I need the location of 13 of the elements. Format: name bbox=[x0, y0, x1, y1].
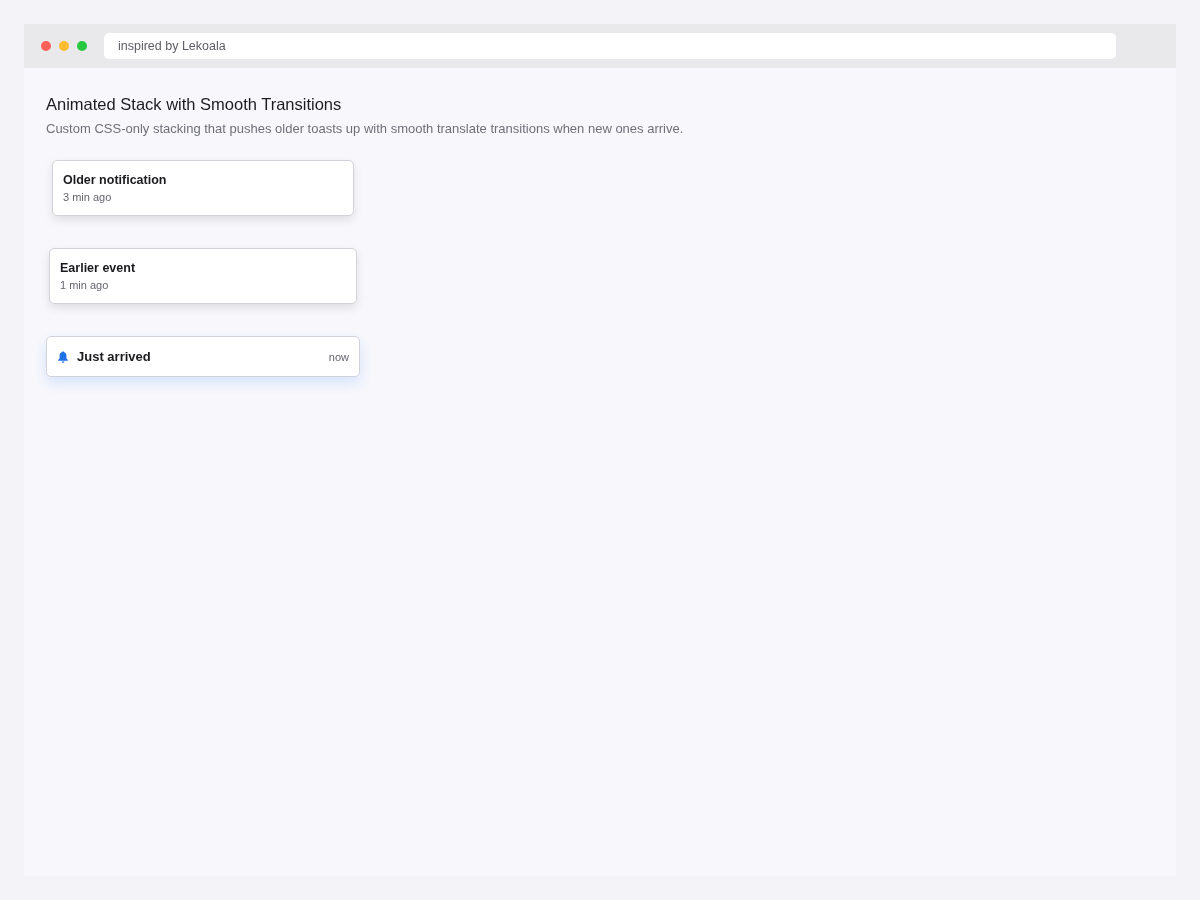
window-zoom-button[interactable] bbox=[77, 41, 87, 51]
toast-time: 3 min ago bbox=[63, 190, 113, 204]
toast-title: Just arrived bbox=[77, 348, 151, 365]
window-close-button[interactable] bbox=[41, 41, 51, 51]
address-bar[interactable]: inspired by Lekoala bbox=[104, 33, 1116, 59]
toast-title: Older notification bbox=[63, 172, 168, 188]
bell-icon bbox=[58, 350, 68, 363]
toast-title: Earlier event bbox=[60, 260, 137, 276]
page-description: Custom CSS-only stacking that pushes older toasts up with smooth translate transitions when new ones arrive. bbox=[46, 120, 685, 138]
page-title: Animated Stack with Smooth Transitions bbox=[46, 94, 343, 114]
window-minimize-button[interactable] bbox=[59, 41, 69, 51]
toast-time: 1 min ago bbox=[60, 278, 110, 292]
toast-time: now bbox=[328, 349, 349, 364]
